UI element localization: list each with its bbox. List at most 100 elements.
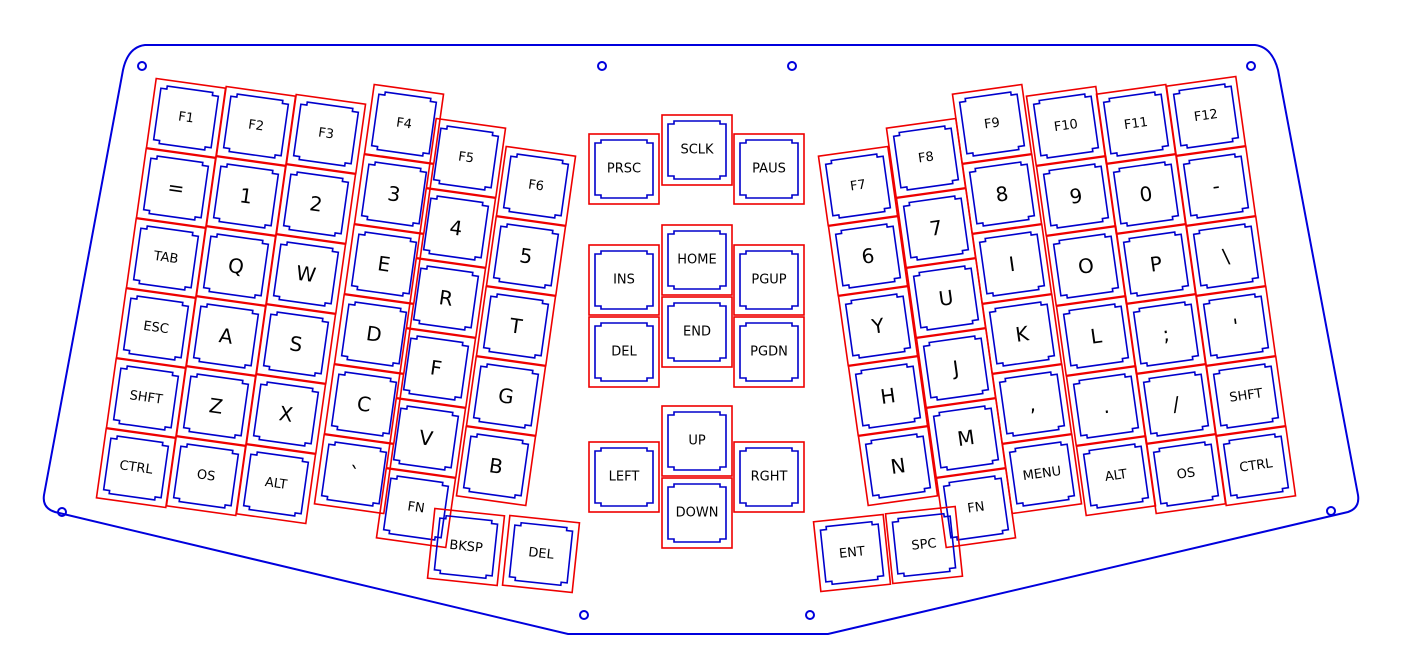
key-end: END [661, 296, 733, 368]
key-y: Y [837, 285, 919, 367]
key-label: FN [966, 499, 985, 516]
key-label: DOWN [676, 506, 719, 521]
key-ent: ENT [812, 513, 892, 593]
key-f7: F7 [817, 145, 899, 227]
key-label: 7 [928, 215, 944, 241]
key-label: F10 [1053, 117, 1079, 135]
key-pgdn: PGDN [733, 316, 805, 388]
key-label: F8 [917, 149, 935, 166]
key-1: 1 [205, 155, 287, 237]
key-del: DEL [588, 316, 660, 388]
key-label: HOME [677, 253, 716, 268]
key-label: PGDN [750, 345, 788, 360]
key-8: 8 [961, 153, 1043, 235]
key-label: PGUP [751, 273, 786, 288]
key-label: F9 [983, 115, 1001, 132]
key-7: 7 [895, 187, 977, 269]
key-label: OS [1176, 465, 1196, 482]
key-label: PAUS [752, 162, 786, 177]
key-label: MENU [1022, 464, 1062, 484]
key-9: 9 [1035, 155, 1117, 237]
key-alt: ALT [1075, 435, 1157, 517]
key-j: J [915, 327, 997, 409]
key-os: OS [1145, 433, 1227, 515]
key-f11: F11 [1095, 83, 1177, 165]
key-shft: SHFT [105, 357, 187, 439]
mount-hole [137, 61, 147, 71]
key-label: D [365, 321, 384, 347]
key-label: 5 [518, 243, 534, 269]
key-label: G [497, 383, 516, 409]
key-label: V [418, 425, 435, 451]
key-label: Q [227, 253, 246, 279]
key-p: P [1115, 223, 1197, 305]
key-x: X [245, 373, 327, 455]
key-w: W [265, 233, 347, 315]
key-label: = [166, 175, 186, 201]
key-o: O [1045, 225, 1127, 307]
key-up: UP [661, 405, 733, 477]
key-label: I [1007, 252, 1016, 277]
key-left: LEFT [588, 441, 660, 513]
mount-hole [805, 610, 815, 620]
key-f1: F1 [145, 77, 227, 159]
key-equals: = [135, 147, 217, 229]
key-sclk: SCLK [661, 114, 733, 186]
key-label: N [889, 453, 907, 479]
key-os: OS [165, 435, 247, 517]
key-label: ESC [142, 319, 169, 337]
mount-hole [1326, 506, 1336, 516]
key-label: SPC [911, 536, 938, 554]
key-n: N [857, 425, 939, 507]
key-label: L [1089, 323, 1104, 348]
key-label: SHFT [129, 388, 164, 407]
key-label: , [1027, 392, 1037, 417]
mount-hole [1246, 61, 1256, 71]
key-label: INS [613, 273, 635, 288]
key-label: TAB [152, 249, 180, 267]
key-label: 1 [238, 183, 254, 209]
key-shft: SHFT [1205, 355, 1287, 437]
key-ctrl: CTRL [95, 427, 177, 509]
key-label: ENT [838, 544, 865, 562]
key-paus: PAUS [733, 133, 805, 205]
key-label: PRSC [607, 162, 641, 177]
key-label: F11 [1123, 115, 1149, 133]
key-label: / [1171, 392, 1181, 417]
key-label: ` [347, 461, 360, 486]
key-label: UP [688, 434, 706, 449]
key-label: M [956, 425, 976, 451]
key-label: 3 [386, 181, 402, 207]
mount-hole [787, 61, 797, 71]
key-label: A [218, 323, 235, 349]
key-f9: F9 [951, 83, 1033, 165]
key-label: 2 [308, 191, 324, 217]
key-label: F4 [395, 115, 413, 132]
key-g: G [465, 355, 547, 437]
key-f10: F10 [1025, 85, 1107, 167]
key-tab: TAB [125, 217, 207, 299]
key-label: S [288, 331, 304, 357]
key-label: ALT [264, 475, 288, 493]
key-spc: SPC [884, 505, 964, 585]
key-label: F [429, 355, 444, 380]
key-label: O [1077, 253, 1096, 279]
key-f3: F3 [285, 93, 367, 175]
key-label: X [278, 401, 295, 427]
key-quote: ' [1195, 285, 1277, 367]
key-h: H [847, 355, 929, 437]
key-menu: MENU [1001, 433, 1083, 515]
key-u: U [905, 257, 987, 339]
key-label: J [949, 356, 960, 381]
plate-outline [42, 44, 1360, 635]
key-label: CTRL [1238, 456, 1274, 476]
key-label: SCLK [680, 143, 714, 158]
key-backslash: \ [1185, 215, 1267, 297]
key-alt: ALT [235, 443, 317, 525]
key-ins: INS [588, 244, 660, 316]
key-label: 8 [994, 181, 1010, 207]
key-q: Q [195, 225, 277, 307]
key-f6: F6 [495, 145, 577, 227]
key-period: . [1065, 365, 1147, 447]
key-label: P [1148, 251, 1163, 276]
